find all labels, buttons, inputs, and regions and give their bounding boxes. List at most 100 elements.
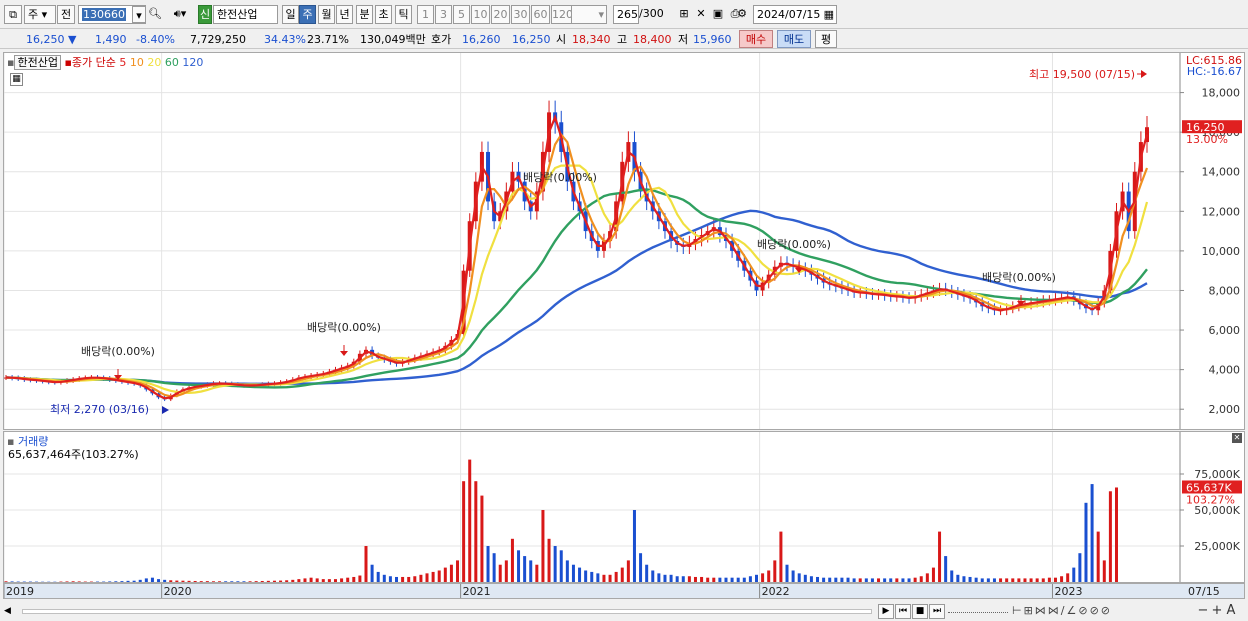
volume-bar xyxy=(913,577,917,582)
volume-bar xyxy=(956,574,960,582)
zoom-in-button[interactable]: + xyxy=(1210,603,1224,618)
scrollbar-track[interactable] xyxy=(22,609,872,614)
speaker-icon[interactable]: 🔊︎▾ xyxy=(166,5,194,24)
interval-custom-select[interactable]: ▾ xyxy=(571,5,607,24)
volume-bar xyxy=(553,546,557,582)
interval-button-60[interactable]: 60 xyxy=(531,5,550,24)
tab-6[interactable]: 틱 xyxy=(395,5,412,24)
zoom-out-button[interactable]: − xyxy=(1196,603,1210,618)
zoom-slider[interactable] xyxy=(948,609,1008,613)
scroll-left-icon[interactable]: ◀ xyxy=(4,604,18,618)
volume-bar xyxy=(980,578,984,582)
search-icon[interactable]: 🔍︎ xyxy=(148,5,162,24)
zoom-controls: − + A xyxy=(1196,603,1238,618)
playback-button-3[interactable]: ⏭ xyxy=(929,604,945,619)
volume-bar xyxy=(700,576,704,582)
volume-bar xyxy=(254,581,258,582)
window-menu-icon[interactable]: ⧉ xyxy=(4,5,22,24)
save-icon[interactable]: ▣ xyxy=(710,5,726,24)
tab-5[interactable]: 초 xyxy=(375,5,392,24)
price-chart-panel[interactable]: 2,0004,0006,0008,00010,00012,00014,00016… xyxy=(3,52,1245,430)
crosshair-icon[interactable]: ✕ xyxy=(693,5,709,24)
price-chart[interactable]: 2,0004,0006,0008,00010,00012,00014,00016… xyxy=(4,53,1244,429)
count-input[interactable]: 265 xyxy=(613,5,639,24)
playback-button-2[interactable]: ■ xyxy=(912,604,928,619)
volume-bar xyxy=(608,574,612,582)
volume-bar xyxy=(858,578,862,582)
volume-bar xyxy=(364,546,368,582)
gear-icon[interactable]: ⚙ xyxy=(734,5,750,24)
interval-button-5[interactable]: 5 xyxy=(453,5,470,24)
tab-4[interactable]: 분 xyxy=(356,5,373,24)
volume-bar xyxy=(224,581,228,582)
date-input[interactable]: 2024/07/15 ▦ xyxy=(753,5,837,24)
volume-bar xyxy=(693,576,697,582)
playback-button-1[interactable]: ⏮ xyxy=(895,604,911,619)
buy-button[interactable]: 매수 xyxy=(739,30,773,48)
volume-bar xyxy=(492,553,496,582)
legend-stock[interactable]: 한전산업 xyxy=(14,55,61,70)
panel-close-icon[interactable]: ✕ xyxy=(1232,433,1242,443)
tab-3[interactable]: 년 xyxy=(336,5,353,24)
interval-button-1[interactable]: 1 xyxy=(417,5,434,24)
volume-bar xyxy=(419,574,423,582)
volume-chart-panel[interactable]: 25,000K 50,000K 75,000K 65,637K 103.27% ▪ 거래… xyxy=(3,431,1245,583)
x-tick-label: 2019 xyxy=(6,585,34,598)
volume-bar xyxy=(547,538,551,582)
volume-bar xyxy=(382,574,386,582)
volume-bar xyxy=(907,578,911,582)
volume-bar xyxy=(596,573,600,582)
playback-button-0[interactable]: ▶ xyxy=(878,604,894,619)
period-type-button[interactable]: 전 xyxy=(57,5,75,24)
interval-button-3[interactable]: 3 xyxy=(435,5,452,24)
legend-ma-20[interactable]: 20 xyxy=(144,56,161,69)
legend-ma-10[interactable]: 10 xyxy=(126,56,144,69)
toolbar: ⧉ 주 ▾ 전 130660 ▾ 🔍︎ 🔊︎▾ 신 한전산업 일주월년분초틱 1… xyxy=(0,0,1248,28)
volume-bar xyxy=(1047,577,1051,582)
volume-bar xyxy=(1066,573,1070,582)
volume-bar xyxy=(852,578,856,582)
volume-bar xyxy=(1035,578,1039,582)
calendar-icon[interactable]: ▦ xyxy=(824,6,834,23)
count-total: /300 xyxy=(639,7,664,20)
high-price: 18,400 xyxy=(633,33,672,46)
volume-bar xyxy=(950,570,954,582)
volume-bar xyxy=(590,571,594,582)
volume-bar xyxy=(687,576,691,582)
y-tick-label: 10,000 xyxy=(1202,245,1241,258)
interval-button-30[interactable]: 30 xyxy=(511,5,530,24)
candle-settings-icon[interactable]: ⊞ xyxy=(676,5,692,24)
volume-bar xyxy=(822,577,826,582)
annotation-arrowhead xyxy=(340,351,348,356)
volume-bar xyxy=(889,578,893,582)
tab-0[interactable]: 일 xyxy=(282,5,299,24)
volume-bar xyxy=(1005,578,1009,582)
x-tick-label: 2021 xyxy=(463,585,491,598)
market-select[interactable]: 주 ▾ xyxy=(24,5,56,24)
legend-ma-120[interactable]: 120 xyxy=(179,56,203,69)
volume-chart[interactable]: 25,000K50,000K75,000K65,637K103.27% xyxy=(4,432,1244,582)
code-dropdown-icon[interactable]: ▾ xyxy=(132,6,146,23)
y-tick-label: 12,000 xyxy=(1202,205,1241,218)
low-price: 15,960 xyxy=(693,33,732,46)
drawing-tools-icon[interactable]: ⊢⊞⋈⋈∕∠⊘⊘⊘ xyxy=(1012,604,1112,617)
flat-button[interactable]: 평 xyxy=(815,30,837,48)
tab-1[interactable]: 주 xyxy=(299,5,316,24)
ma-line-5 xyxy=(5,114,1149,400)
auto-scale-button[interactable]: A xyxy=(1224,603,1238,618)
volume-bar xyxy=(571,564,575,582)
volume-bar xyxy=(291,579,295,582)
dividend-label: 배당락(0.00%) xyxy=(757,238,831,251)
y-tick-label: 8,000 xyxy=(1209,284,1241,297)
interval-button-20[interactable]: 20 xyxy=(491,5,510,24)
volume-bar xyxy=(541,510,545,582)
calculator-icon[interactable]: ▦ xyxy=(10,73,23,86)
tab-2[interactable]: 월 xyxy=(318,5,335,24)
volume-bar xyxy=(395,576,399,582)
interval-button-10[interactable]: 10 xyxy=(471,5,490,24)
sell-button[interactable]: 매도 xyxy=(777,30,811,48)
volume-bar xyxy=(456,560,460,582)
volume-bar xyxy=(657,573,661,582)
legend-ma-60[interactable]: 60 xyxy=(161,56,179,69)
stock-name-field[interactable]: 한전산업 xyxy=(213,5,278,24)
